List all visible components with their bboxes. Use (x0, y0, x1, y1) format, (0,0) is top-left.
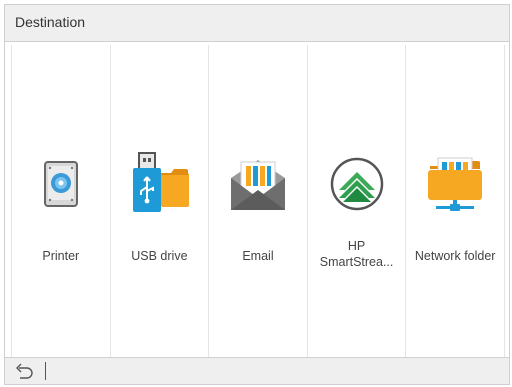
tile-label-usb-drive: USB drive (131, 249, 188, 263)
tile-network-folder[interactable]: Network folder (405, 45, 505, 359)
tile-label-network-folder: Network folder (414, 249, 496, 263)
page-title: Destination (15, 14, 86, 30)
network-folder-icon (428, 157, 483, 211)
tile-label-hp-line1: HP (347, 239, 366, 253)
destination-tiles: Printer USB drive Email HP SmartStrea...… (11, 45, 505, 359)
usb-drive-icon (133, 152, 190, 212)
tile-usb-drive[interactable]: USB drive (109, 45, 209, 359)
printer-icon (43, 161, 78, 207)
destination-panel: Destination Printer USB drive Email HP S… (4, 4, 510, 385)
tile-printer[interactable]: Printer (11, 45, 110, 359)
tile-hp-smartstream[interactable]: HP SmartStrea... (306, 45, 406, 359)
tile-label-hp-smartstream: HP SmartStrea... (310, 238, 404, 270)
tile-email[interactable]: Email (208, 45, 307, 359)
footer-divider (45, 362, 46, 380)
tile-label-hp-line2: SmartStrea... (319, 255, 394, 269)
tile-label-email: Email (242, 249, 274, 263)
back-arrow-icon (16, 363, 33, 379)
back-button[interactable] (13, 362, 35, 380)
tile-label-printer: Printer (42, 249, 80, 263)
email-icon (230, 160, 285, 210)
footer-bar (5, 357, 509, 384)
hp-smartstream-icon (330, 157, 383, 211)
header-bar: Destination (5, 5, 509, 42)
